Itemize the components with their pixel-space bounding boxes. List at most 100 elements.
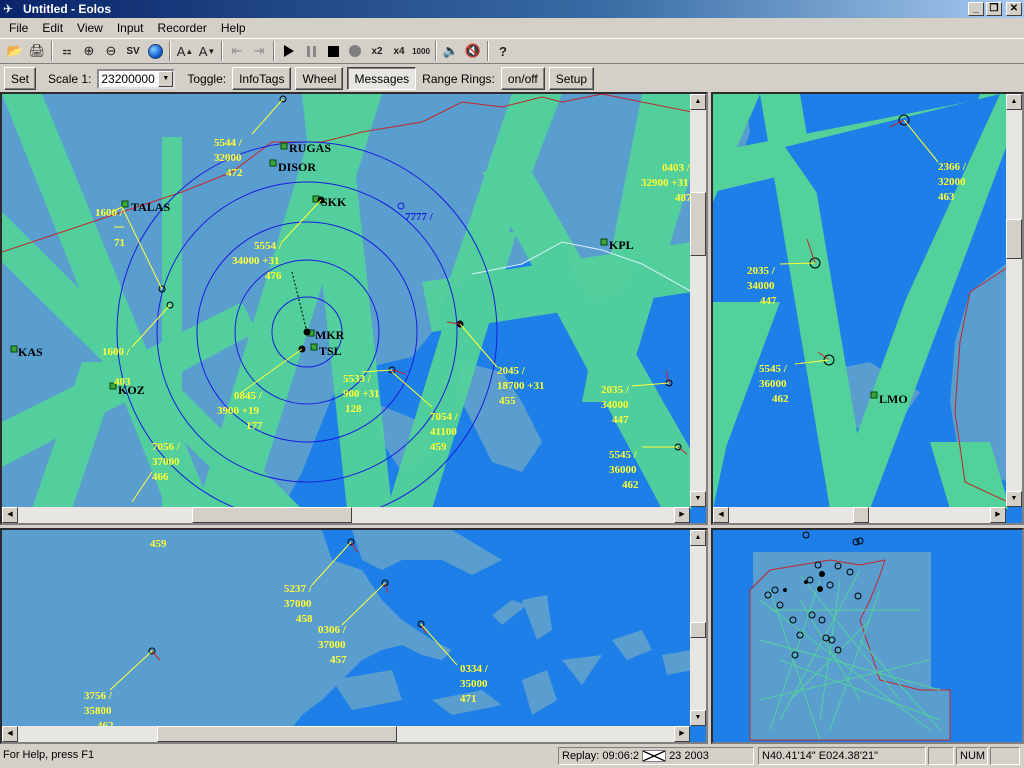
globe-icon[interactable] — [144, 40, 166, 62]
waypoint-label: KAS — [18, 345, 43, 359]
scale-combo[interactable]: 23200000 ▼ — [97, 68, 176, 89]
scroll-thumb[interactable] — [1006, 219, 1022, 259]
maximize-button[interactable]: ❐ — [986, 2, 1002, 16]
bottom-radar-view[interactable]: 459 5237 / 37000 458 0306 / 37000 457 03… — [0, 528, 708, 744]
help-icon[interactable]: ? — [492, 40, 514, 62]
scroll-up-icon[interactable]: ▲ — [690, 530, 706, 546]
scale-label: Scale 1: — [48, 71, 92, 86]
tile-left-icon[interactable]: ⇤ — [226, 40, 248, 62]
set-button[interactable]: Set — [4, 67, 37, 90]
svg-text:7056 /: 7056 / — [152, 441, 181, 453]
mute-icon[interactable]: 🔇 — [462, 40, 484, 62]
svg-text:459: 459 — [430, 441, 447, 453]
scroll-right-icon[interactable]: ▶ — [674, 507, 690, 523]
toolbar-separator — [169, 41, 171, 61]
scale-value: 23200000 — [101, 71, 155, 86]
svg-text:0334 /: 0334 / — [460, 663, 489, 675]
scroll-thumb[interactable] — [192, 507, 352, 523]
sound-icon[interactable]: 🔈 — [440, 40, 462, 62]
print-icon[interactable]: 🖨 — [26, 40, 48, 62]
right-vscroll[interactable]: ▲ ▼ — [1006, 94, 1022, 507]
right-hscroll[interactable]: ◀ ▶ — [713, 507, 1006, 523]
scroll-left-icon[interactable]: ◀ — [2, 726, 18, 742]
waypoint-marker[interactable] — [870, 391, 878, 399]
grid-icon[interactable]: ⚏ — [56, 40, 78, 62]
messages-button[interactable]: Messages — [347, 67, 417, 90]
record-icon[interactable] — [344, 40, 366, 62]
scroll-thumb[interactable] — [853, 507, 869, 523]
minimize-button[interactable]: _ — [968, 2, 984, 16]
svg-text:5545 /: 5545 / — [609, 449, 638, 461]
svg-text:471: 471 — [460, 693, 477, 705]
svg-text:37000: 37000 — [152, 456, 180, 468]
main-hscroll[interactable]: ◀ ▶ — [2, 507, 690, 523]
svg-text:463: 463 — [938, 191, 955, 203]
aircraft-symbol[interactable] — [303, 328, 311, 336]
close-button[interactable]: ✕ — [1006, 2, 1022, 16]
scroll-up-icon[interactable]: ▲ — [1006, 94, 1022, 110]
scroll-thumb[interactable] — [690, 192, 706, 256]
speed-x1000-icon[interactable]: 1000 — [410, 40, 432, 62]
menu-input[interactable]: Input — [110, 21, 151, 35]
zoom-in-icon[interactable]: ⊕ — [78, 40, 100, 62]
scroll-down-icon[interactable]: ▼ — [1006, 491, 1022, 507]
scroll-left-icon[interactable]: ◀ — [713, 507, 729, 523]
waypoint-marker[interactable] — [10, 345, 18, 353]
svg-text:476: 476 — [265, 270, 282, 282]
scroll-right-icon[interactable]: ▶ — [990, 507, 1006, 523]
main-vscroll[interactable]: ▲ ▼ — [690, 94, 706, 507]
info-tag[interactable]: 2035 / 34000 447 — [747, 265, 777, 307]
menu-edit[interactable]: Edit — [35, 21, 70, 35]
svg-text:36000: 36000 — [759, 378, 787, 390]
svg-text:7054 /: 7054 / — [430, 411, 459, 423]
info-tag[interactable]: 5545 / 36000 462 — [759, 363, 789, 405]
main-radar-view[interactable]: RUGAS DISOR SKK TALAS KPL KAS KOZ MKR TS… — [0, 92, 708, 525]
info-tag[interactable]: 5545 / 36000 462 — [609, 449, 639, 491]
font-down-icon[interactable]: A ▼ — [196, 40, 218, 62]
zoom-out-icon[interactable]: ⊖ — [100, 40, 122, 62]
waypoint-marker[interactable] — [280, 142, 288, 150]
scroll-thumb[interactable] — [690, 622, 706, 638]
menu-view[interactable]: View — [70, 21, 110, 35]
waypoint-marker[interactable] — [269, 159, 277, 167]
sv-icon[interactable]: SV — [122, 40, 144, 62]
scroll-up-icon[interactable]: ▲ — [690, 94, 706, 110]
wheel-button[interactable]: Wheel — [295, 67, 344, 90]
menu-file[interactable]: File — [2, 21, 35, 35]
chevron-down-icon[interactable]: ▼ — [158, 70, 174, 87]
scroll-down-icon[interactable]: ▼ — [690, 491, 706, 507]
info-tag-blue[interactable]: 7777 / — [405, 211, 434, 223]
info-tag[interactable]: 2035 / 34000 447 — [601, 384, 630, 426]
speed-x4-icon[interactable]: x4 — [388, 40, 410, 62]
info-tag[interactable]: 7054 / 41100 459 — [430, 411, 459, 453]
scroll-thumb[interactable] — [157, 726, 397, 742]
waypoint-marker[interactable] — [121, 200, 129, 208]
scroll-right-icon[interactable]: ▶ — [674, 726, 690, 742]
title-bar[interactable]: ✈ Untitled - Eolos _ ❐ ✕ — [0, 0, 1024, 18]
scroll-left-icon[interactable]: ◀ — [2, 507, 18, 523]
secondary-radar-view[interactable]: LMO 2366 / 32000 463 2035 / 34000 447 55… — [711, 92, 1024, 525]
scroll-down-icon[interactable]: ▼ — [690, 710, 706, 726]
pause-icon[interactable] — [300, 40, 322, 62]
play-icon[interactable] — [278, 40, 300, 62]
bottom-hscroll[interactable]: ◀ ▶ — [2, 726, 690, 742]
svg-text:35000: 35000 — [460, 678, 488, 690]
info-tag[interactable]: 459 — [150, 538, 167, 550]
bottom-vscroll[interactable]: ▲ ▼ — [690, 530, 706, 726]
range-rings-toggle-button[interactable]: on/off — [500, 67, 545, 90]
svg-text:2366 /: 2366 / — [938, 161, 967, 173]
font-up-icon[interactable]: A ▲ — [174, 40, 196, 62]
infotags-button[interactable]: InfoTags — [232, 67, 292, 90]
overview-map[interactable] — [711, 528, 1024, 744]
num-text: NUM — [960, 750, 986, 762]
open-folder-icon[interactable]: 📂 — [4, 40, 26, 62]
setup-button[interactable]: Setup — [548, 67, 595, 90]
waypoint-label: LMO — [879, 392, 908, 406]
speed-x2-icon[interactable]: x2 — [366, 40, 388, 62]
stop-icon[interactable] — [322, 40, 344, 62]
menu-recorder[interactable]: Recorder — [151, 21, 214, 35]
menu-help[interactable]: Help — [214, 21, 253, 35]
tile-right-icon[interactable]: ⇥ — [248, 40, 270, 62]
waypoint-marker[interactable] — [310, 343, 318, 351]
waypoint-marker[interactable] — [600, 238, 608, 246]
